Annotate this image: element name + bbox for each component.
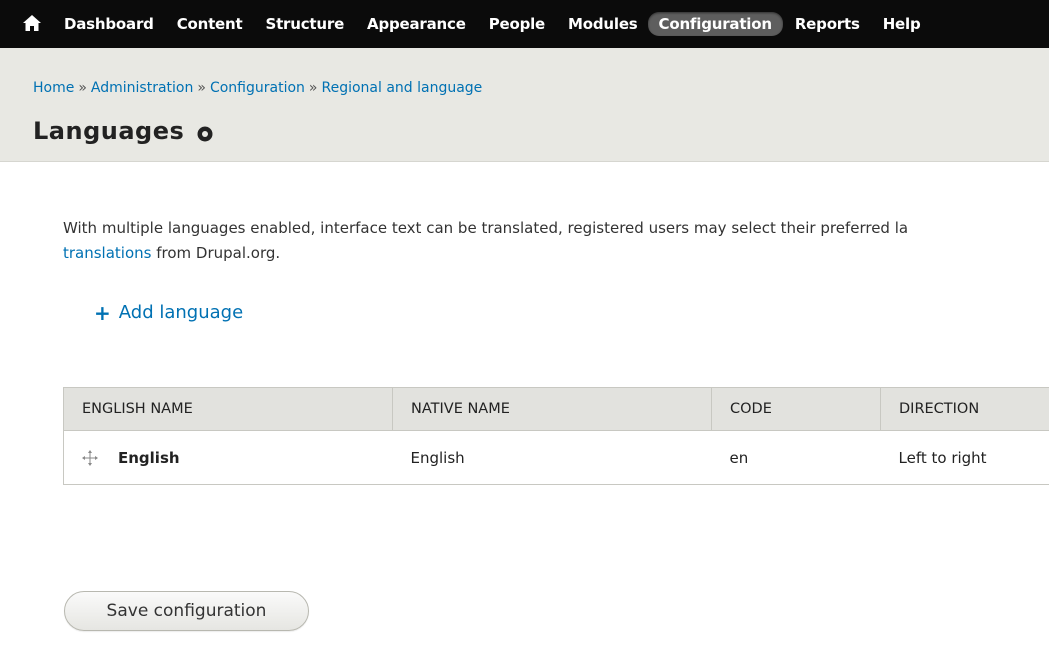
- language-english-name: English: [118, 448, 180, 467]
- menu-item-appearance[interactable]: Appearance: [367, 15, 466, 33]
- intro-text: With multiple languages enabled, interfa…: [63, 219, 909, 237]
- column-header-direction: DIRECTION: [880, 387, 1049, 431]
- menu-item-modules[interactable]: Modules: [568, 15, 638, 33]
- breadcrumb-configuration[interactable]: Configuration: [210, 80, 305, 96]
- add-shortcut-icon[interactable]: [196, 125, 214, 143]
- save-configuration-button[interactable]: Save configuration: [64, 591, 309, 631]
- direction-cell: Left to right: [880, 430, 1049, 485]
- add-language-link[interactable]: + Add language: [94, 302, 243, 323]
- native-name-cell: English: [392, 430, 712, 485]
- column-header-native-name: NATIVE NAME: [392, 387, 712, 431]
- menu-item-structure[interactable]: Structure: [265, 15, 344, 33]
- menu-item-dashboard[interactable]: Dashboard: [64, 15, 154, 33]
- menu-item-reports[interactable]: Reports: [795, 15, 860, 33]
- code-cell: en: [711, 430, 881, 485]
- menu-item-configuration[interactable]: Configuration: [647, 12, 783, 36]
- home-icon[interactable]: [22, 14, 42, 32]
- table-row: English English en Left to right: [63, 430, 1049, 485]
- breadcrumb-separator: »: [308, 80, 318, 96]
- breadcrumb-administration[interactable]: Administration: [91, 80, 193, 96]
- add-language-label: Add language: [118, 302, 244, 323]
- table-header-row: ENGLISH NAME NATIVE NAME CODE DIRECTION: [63, 387, 1049, 431]
- breadcrumb-home[interactable]: Home: [33, 80, 74, 96]
- menu-item-content[interactable]: Content: [177, 15, 243, 33]
- toolbar-menu: Dashboard Content Structure Appearance P…: [64, 0, 944, 48]
- menu-item-help[interactable]: Help: [883, 15, 921, 33]
- drag-handle-icon[interactable]: [82, 449, 98, 466]
- intro-text-after: from Drupal.org.: [151, 244, 281, 262]
- languages-table: ENGLISH NAME NATIVE NAME CODE DIRECTION: [63, 387, 1049, 485]
- english-name-cell: English: [63, 430, 393, 485]
- breadcrumb-regional-language[interactable]: Regional and language: [321, 80, 482, 96]
- breadcrumb-separator: »: [78, 80, 87, 96]
- plus-icon: +: [94, 300, 111, 325]
- intro-description: With multiple languages enabled, interfa…: [63, 216, 1049, 266]
- menu-item-people[interactable]: People: [489, 15, 546, 33]
- admin-toolbar: Dashboard Content Structure Appearance P…: [0, 0, 1049, 48]
- breadcrumb-separator: »: [197, 80, 206, 96]
- column-header-english-name: ENGLISH NAME: [63, 387, 393, 431]
- translations-link[interactable]: translations: [63, 244, 151, 262]
- page-title: Languages: [33, 117, 185, 145]
- column-header-code: CODE: [711, 387, 881, 431]
- breadcrumb: Home» Administration» Configuration» Region…: [33, 80, 482, 96]
